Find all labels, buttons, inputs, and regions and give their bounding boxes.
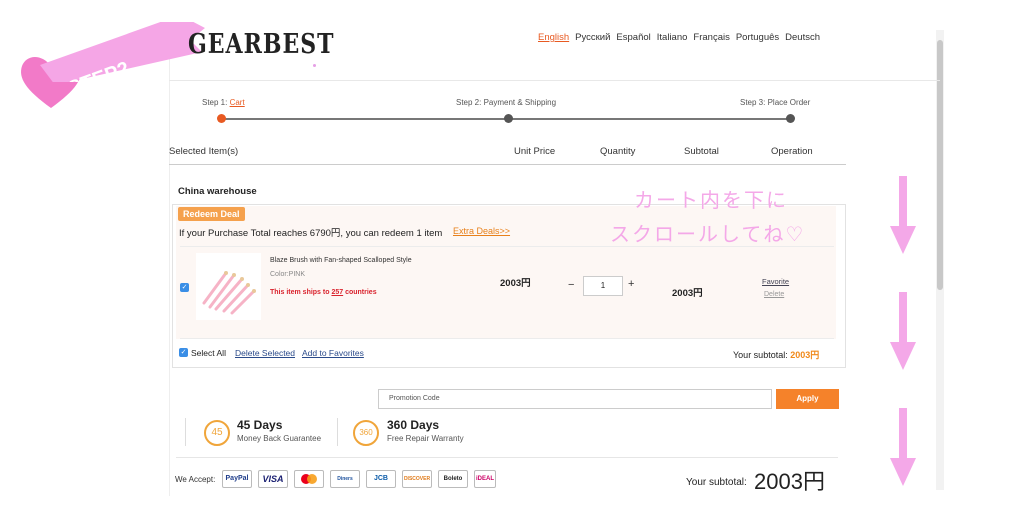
step-1-label: Step 1: Cart xyxy=(202,98,245,107)
repair-warranty-subtitle: Free Repair Warranty xyxy=(387,434,464,443)
add-to-favorites-link[interactable]: Add to Favorites xyxy=(302,348,364,358)
redeem-deal-text: If your Purchase Total reaches 6790円, yo… xyxy=(179,228,443,239)
step-1-cart-link[interactable]: Cart xyxy=(230,98,245,107)
language-switcher: English Русский Español Italiano Françai… xyxy=(538,32,820,43)
annotation-line-1: カート内を下に xyxy=(634,188,788,212)
bottom-divider xyxy=(176,457,838,458)
repair-warranty-icon: 360 xyxy=(353,420,379,446)
delete-selected-link[interactable]: Delete Selected xyxy=(235,348,295,358)
ships-countries-link[interactable]: 257 xyxy=(331,289,343,296)
money-back-title: 45 Days xyxy=(237,418,283,432)
product-color: Color:PINK xyxy=(270,271,306,278)
table-header-divider xyxy=(169,164,846,165)
unit-price-value: 2003円 xyxy=(500,278,531,289)
quantity-input[interactable]: 1 xyxy=(583,276,623,296)
select-all-checkbox[interactable]: ✓ xyxy=(179,348,188,357)
bottom-subtotal-label: Your subtotal: xyxy=(686,477,747,488)
delete-link[interactable]: Delete xyxy=(764,291,784,298)
diners-club-icon: Diners xyxy=(330,470,360,488)
lang-english[interactable]: English xyxy=(538,32,569,43)
guarantee-separator xyxy=(337,418,338,446)
product-image[interactable] xyxy=(196,253,261,320)
repair-warranty-title: 360 Days xyxy=(387,418,440,432)
paypal-icon: PayPal xyxy=(222,470,252,488)
step-2-dot xyxy=(504,114,513,123)
gearbest-logo[interactable]: GEARBEST xyxy=(188,28,335,61)
screenshot-canvas: STEP2 GEARBEST English Русский Español I… xyxy=(0,0,1024,519)
step-ribbon: STEP2 xyxy=(40,22,205,82)
select-all-label[interactable]: Select All xyxy=(191,348,226,358)
money-back-subtitle: Money Back Guarantee xyxy=(237,434,322,443)
product-ships-note: This item ships to 257 countries xyxy=(270,289,377,296)
step-2-label: Step 2: Payment & Shipping xyxy=(456,98,557,107)
th-subtotal: Subtotal xyxy=(684,146,719,157)
th-unit-price: Unit Price xyxy=(514,146,556,157)
header-divider xyxy=(169,80,940,81)
cart-box-divider xyxy=(180,338,834,339)
lang-spanish[interactable]: Español xyxy=(616,32,650,43)
jcb-icon: JCB xyxy=(366,470,396,488)
lang-portuguese[interactable]: Português xyxy=(736,32,779,43)
guarantee-separator xyxy=(185,418,186,446)
warehouse-title: China warehouse xyxy=(178,186,257,197)
visa-icon: VISA xyxy=(258,470,288,488)
money-back-icon: 45 xyxy=(204,420,230,446)
bottom-subtotal-value: 2003円 xyxy=(754,469,825,494)
ideal-icon: iDEAL xyxy=(474,470,496,488)
th-quantity: Quantity xyxy=(600,146,636,157)
lang-russian[interactable]: Русский xyxy=(575,32,610,43)
item-checkbox[interactable]: ✓ xyxy=(180,283,189,292)
down-arrow-icon xyxy=(890,292,916,370)
redeem-deal-badge: Redeem Deal xyxy=(178,207,245,221)
lang-french[interactable]: Français xyxy=(693,32,729,43)
product-name[interactable]: Blaze Brush with Fan-shaped Scalloped St… xyxy=(270,257,412,264)
annotation-line-2: スクロールしてね♡ xyxy=(610,222,806,246)
quantity-plus-button[interactable]: + xyxy=(628,278,634,290)
down-arrow-icon xyxy=(890,408,916,486)
promotion-code-input[interactable]: Promotion Code xyxy=(378,389,772,409)
down-arrow-icon xyxy=(890,176,916,254)
decor-dot xyxy=(313,64,316,67)
th-operation: Operation xyxy=(771,146,813,157)
lang-german[interactable]: Deutsch xyxy=(785,32,820,43)
step-1-dot xyxy=(217,114,226,123)
scrollbar-thumb[interactable] xyxy=(937,40,943,290)
cart-subtotal-value: 2003円 xyxy=(790,350,820,360)
th-selected-items: Selected Item(s) xyxy=(169,146,239,157)
cart-subtotal: Your subtotal: 2003円 xyxy=(733,350,820,360)
we-accept-label: We Accept: xyxy=(175,475,216,484)
mastercard-icon xyxy=(294,470,324,488)
lang-italian[interactable]: Italiano xyxy=(657,32,688,43)
discover-icon: DISCOVER xyxy=(402,470,432,488)
boleto-icon: Boleto xyxy=(438,470,468,488)
step-3-dot xyxy=(786,114,795,123)
favorite-link[interactable]: Favorite xyxy=(762,277,789,286)
step-3-label: Step 3: Place Order xyxy=(740,98,811,107)
apply-button[interactable]: Apply xyxy=(776,389,839,409)
item-subtotal-value: 2003円 xyxy=(672,288,703,299)
quantity-minus-button[interactable]: − xyxy=(568,279,574,291)
extra-deals-link[interactable]: Extra Deals>> xyxy=(453,226,510,236)
